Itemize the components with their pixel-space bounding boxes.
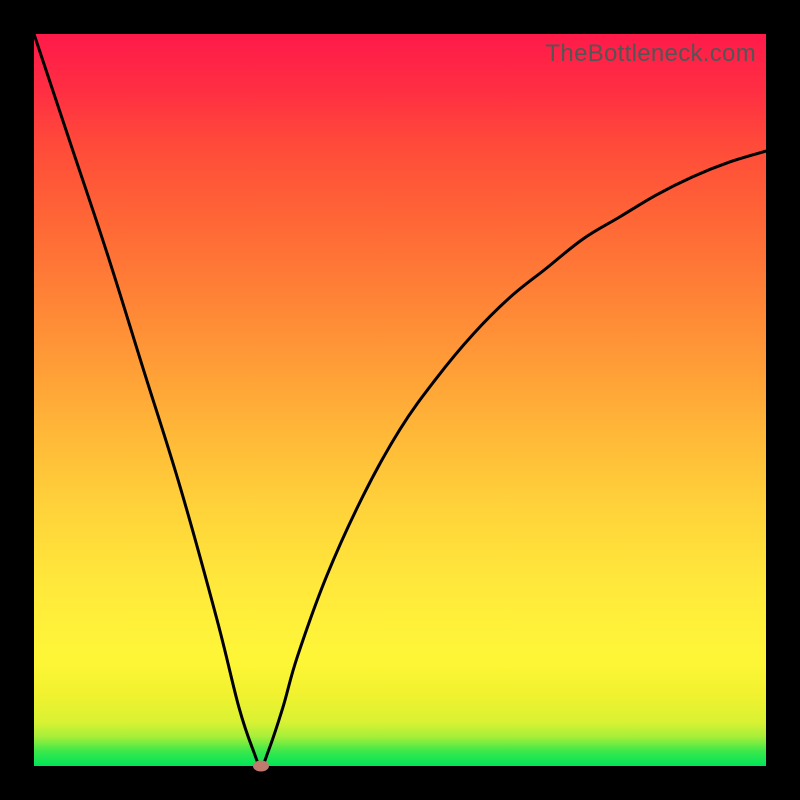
watermark-text: TheBottleneck.com (545, 40, 756, 68)
bottleneck-curve (34, 34, 766, 766)
plot-area: TheBottleneck.com (34, 34, 766, 766)
curve-svg (34, 34, 766, 766)
min-point-marker (253, 761, 269, 772)
chart-frame: TheBottleneck.com (0, 0, 800, 800)
